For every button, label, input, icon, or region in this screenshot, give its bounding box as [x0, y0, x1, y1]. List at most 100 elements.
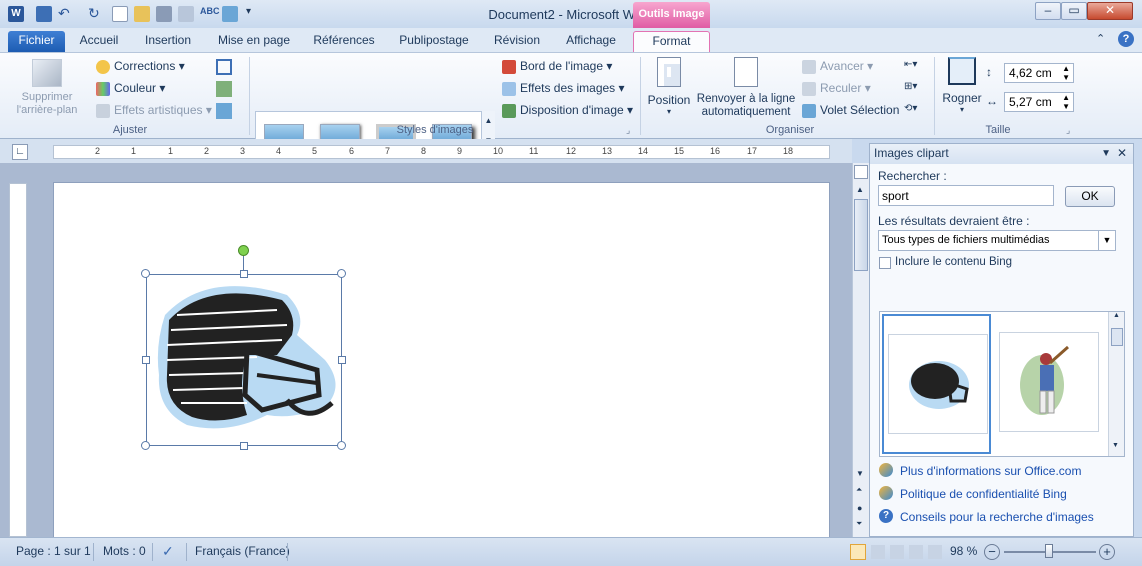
browse-object-icon[interactable]: ● [857, 503, 862, 513]
word-count[interactable]: Mots : 0 [103, 543, 146, 561]
print-layout-view-icon[interactable] [850, 544, 866, 560]
scroll-thumb[interactable] [1111, 328, 1123, 346]
tab-fichier[interactable]: Fichier [8, 31, 65, 52]
ruler-toggle-icon[interactable] [854, 165, 868, 179]
tab-publipostage[interactable]: Publipostage [392, 31, 476, 52]
resize-handle[interactable] [338, 356, 346, 364]
help-icon[interactable]: ? [1118, 31, 1134, 47]
group-icon[interactable]: ⊞▾ [904, 81, 926, 95]
chevron-down-icon[interactable]: ▼ [1098, 231, 1115, 250]
status-bar: Page : 1 sur 1 Mots : 0 ✓ Français (Fran… [0, 537, 1142, 566]
resize-handle[interactable] [240, 270, 248, 278]
full-screen-view-icon[interactable] [871, 545, 885, 559]
crop-button[interactable]: Rogner ▾ [940, 57, 984, 114]
scroll-down-arrow[interactable]: ▼ [856, 469, 864, 478]
zoom-out-icon[interactable]: − [984, 544, 1000, 560]
media-type-select[interactable]: Tous types de fichiers multimédias ▼ [878, 230, 1116, 251]
resize-handle[interactable] [141, 269, 150, 278]
crop-icon [948, 57, 976, 85]
bing-privacy-link[interactable]: Politique de confidentialité Bing [900, 487, 1067, 501]
pane-menu-icon[interactable]: ▼ [1101, 144, 1111, 163]
resize-handle[interactable] [337, 269, 346, 278]
tab-format[interactable]: Format [633, 31, 710, 52]
close-button[interactable]: ✕ [1087, 2, 1133, 20]
picture-border-button[interactable]: Bord de l'image ▾ [502, 59, 612, 74]
proofing-icon[interactable]: ✓ [162, 543, 174, 561]
reset-picture-icon[interactable] [216, 103, 232, 119]
rotation-handle[interactable] [238, 245, 249, 256]
clipart-result-helmet[interactable] [882, 314, 991, 454]
dialog-launcher-icon[interactable]: ⌟ [626, 125, 630, 136]
rotate-icon[interactable]: ⟲▾ [904, 103, 926, 117]
web-layout-view-icon[interactable] [890, 545, 904, 559]
tab-references[interactable]: Références [308, 31, 380, 52]
vertical-ruler[interactable] [9, 183, 27, 537]
zoom-level[interactable]: 98 % [950, 543, 977, 561]
draft-view-icon[interactable] [928, 545, 942, 559]
position-icon [657, 57, 681, 87]
compress-pictures-icon[interactable] [216, 59, 232, 75]
tab-mise-en-page[interactable]: Mise en page [212, 31, 296, 52]
results-scrollbar[interactable]: ▲ ▼ [1108, 312, 1124, 456]
clipart-result-baseball[interactable] [999, 332, 1099, 432]
scroll-down-arrow[interactable]: ▼ [1112, 442, 1119, 449]
height-field[interactable]: 4,62 cm ▲ ▼ [1004, 63, 1074, 83]
position-button[interactable]: Position ▾ [646, 57, 692, 116]
document-scrollbar[interactable]: ▲ ▼ ⏶ ● ⏷ [852, 163, 869, 537]
bring-forward-button[interactable]: Avancer ▾ [802, 59, 873, 74]
pane-close-icon[interactable]: ✕ [1117, 144, 1127, 163]
scroll-up-arrow[interactable]: ▲ [856, 185, 864, 194]
position-label: Position [647, 93, 691, 107]
wrap-text-button[interactable]: Renvoyer à la ligne automatiquement [694, 57, 798, 119]
height-value: 4,62 cm [1009, 66, 1052, 80]
zoom-slider-thumb[interactable] [1045, 544, 1053, 558]
scroll-thumb[interactable] [854, 199, 868, 271]
search-tips-link[interactable]: Conseils pour la recherche d'images [900, 510, 1094, 524]
bring-forward-icon [802, 59, 816, 74]
dialog-launcher-icon[interactable]: ⌟ [1066, 125, 1070, 136]
tab-insertion[interactable]: Insertion [136, 31, 200, 52]
minimize-ribbon-icon[interactable]: ⌃ [1096, 32, 1105, 45]
previous-page-icon[interactable]: ⏶ [856, 485, 862, 495]
ruler-mark: 4 [276, 146, 282, 156]
office-info-link[interactable]: Plus d'informations sur Office.com [900, 464, 1081, 478]
globe-icon [879, 463, 893, 477]
document-page[interactable] [53, 182, 830, 542]
search-label: Rechercher : [878, 169, 947, 183]
next-page-icon[interactable]: ⏷ [856, 519, 862, 529]
color-button[interactable]: Couleur ▾ [96, 81, 165, 96]
resize-handle[interactable] [337, 441, 346, 450]
remove-background-button[interactable]: Supprimer l'arrière-plan [10, 59, 84, 119]
change-picture-icon[interactable] [216, 81, 232, 97]
spinner-icon[interactable]: ▲ ▼ [1062, 93, 1070, 111]
send-backward-button[interactable]: Reculer ▾ [802, 81, 871, 96]
resize-handle[interactable] [240, 442, 248, 450]
spinner-icon[interactable]: ▲ ▼ [1062, 64, 1070, 82]
artistic-effects-button[interactable]: Effets artistiques ▾ [96, 103, 212, 118]
tab-revision[interactable]: Révision [488, 31, 546, 52]
language[interactable]: Français (France) [195, 543, 290, 561]
search-input[interactable] [878, 185, 1054, 206]
align-icon[interactable]: ⇤▾ [904, 59, 926, 73]
resize-handle[interactable] [141, 441, 150, 450]
picture-effects-button[interactable]: Effets des images ▾ [502, 81, 625, 96]
page-count[interactable]: Page : 1 sur 1 [16, 543, 91, 561]
corrections-button[interactable]: Corrections ▾ [96, 59, 185, 74]
minimize-button[interactable]: – [1035, 2, 1061, 20]
picture-layout-button[interactable]: Disposition d'image ▾ [502, 103, 633, 118]
zoom-in-icon[interactable]: + [1099, 544, 1115, 560]
resize-handle[interactable] [142, 356, 150, 364]
tab-accueil[interactable]: Accueil [72, 31, 126, 52]
bing-checkbox[interactable] [879, 257, 891, 269]
scroll-up-arrow[interactable]: ▲ [1109, 312, 1124, 319]
outline-view-icon[interactable] [909, 545, 923, 559]
tab-selector[interactable]: ∟ [12, 144, 28, 160]
ok-button[interactable]: OK [1065, 186, 1115, 207]
selected-image[interactable] [146, 274, 342, 446]
maximize-button[interactable]: ▭ [1061, 2, 1087, 20]
width-field[interactable]: 5,27 cm ▲ ▼ [1004, 92, 1074, 112]
selection-pane-button[interactable]: Volet Sélection [802, 103, 899, 118]
tab-affichage[interactable]: Affichage [558, 31, 624, 52]
horizontal-ruler[interactable]: 2 1 1 2 3 4 5 6 7 8 9 10 11 12 13 14 15 16 17 18 [53, 145, 830, 159]
ruler-mark: 2 [204, 146, 210, 156]
